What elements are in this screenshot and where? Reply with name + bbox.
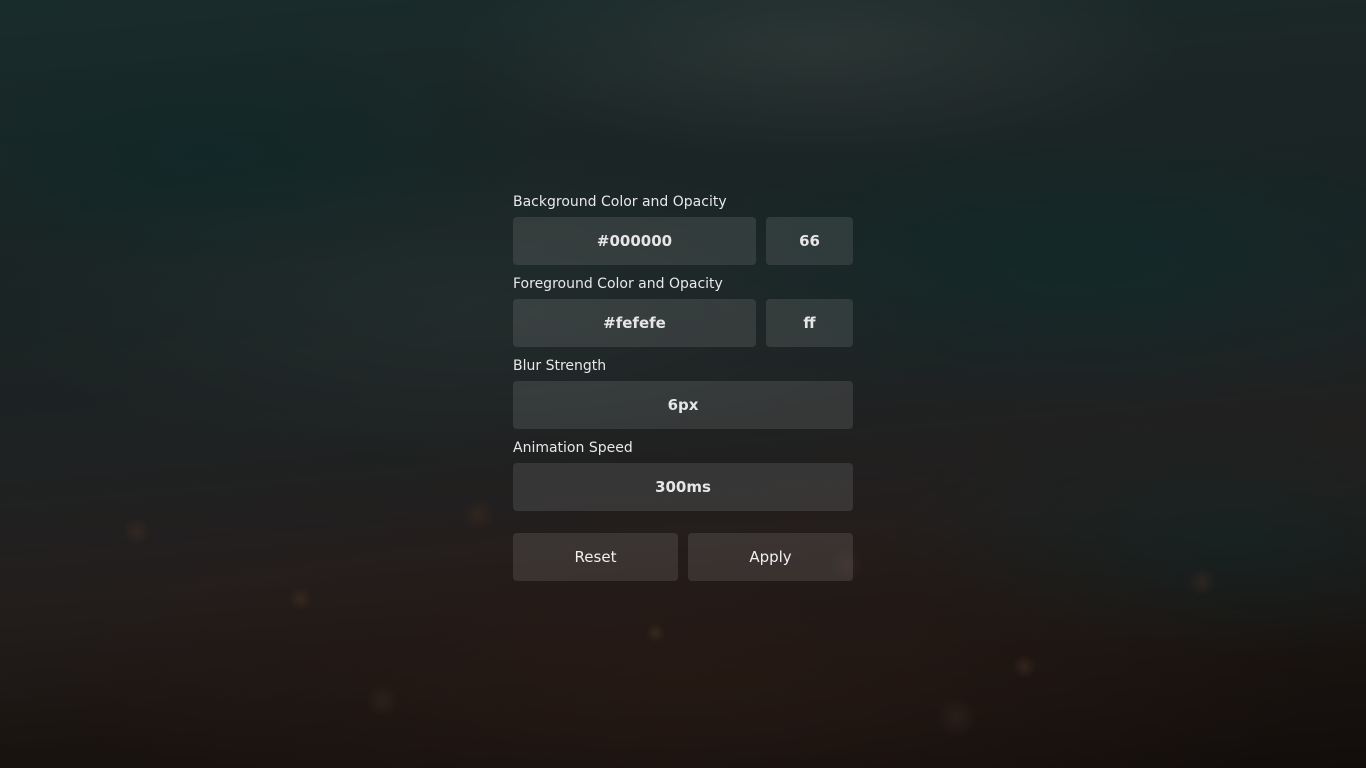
background-color-input[interactable]: #000000 [513, 217, 756, 265]
action-buttons: Reset Apply [513, 533, 853, 581]
background-opacity-input[interactable]: 66 [766, 217, 853, 265]
animation-speed-label: Animation Speed [513, 440, 633, 456]
apply-button[interactable]: Apply [688, 533, 853, 581]
background-color-label: Background Color and Opacity [513, 194, 727, 210]
animation-speed-row: 300ms [513, 463, 853, 511]
reset-button[interactable]: Reset [513, 533, 678, 581]
settings-panel: Background Color and Opacity #000000 66 … [513, 193, 853, 581]
background-color-row: #000000 66 [513, 217, 853, 265]
foreground-color-label: Foreground Color and Opacity [513, 276, 723, 292]
blur-strength-input[interactable]: 6px [513, 381, 853, 429]
blur-strength-label: Blur Strength [513, 358, 607, 374]
blur-strength-row: 6px [513, 381, 853, 429]
animation-speed-input[interactable]: 300ms [513, 463, 853, 511]
foreground-color-input[interactable]: #fefefe [513, 299, 756, 347]
foreground-opacity-input[interactable]: ff [766, 299, 853, 347]
foreground-color-row: #fefefe ff [513, 299, 853, 347]
